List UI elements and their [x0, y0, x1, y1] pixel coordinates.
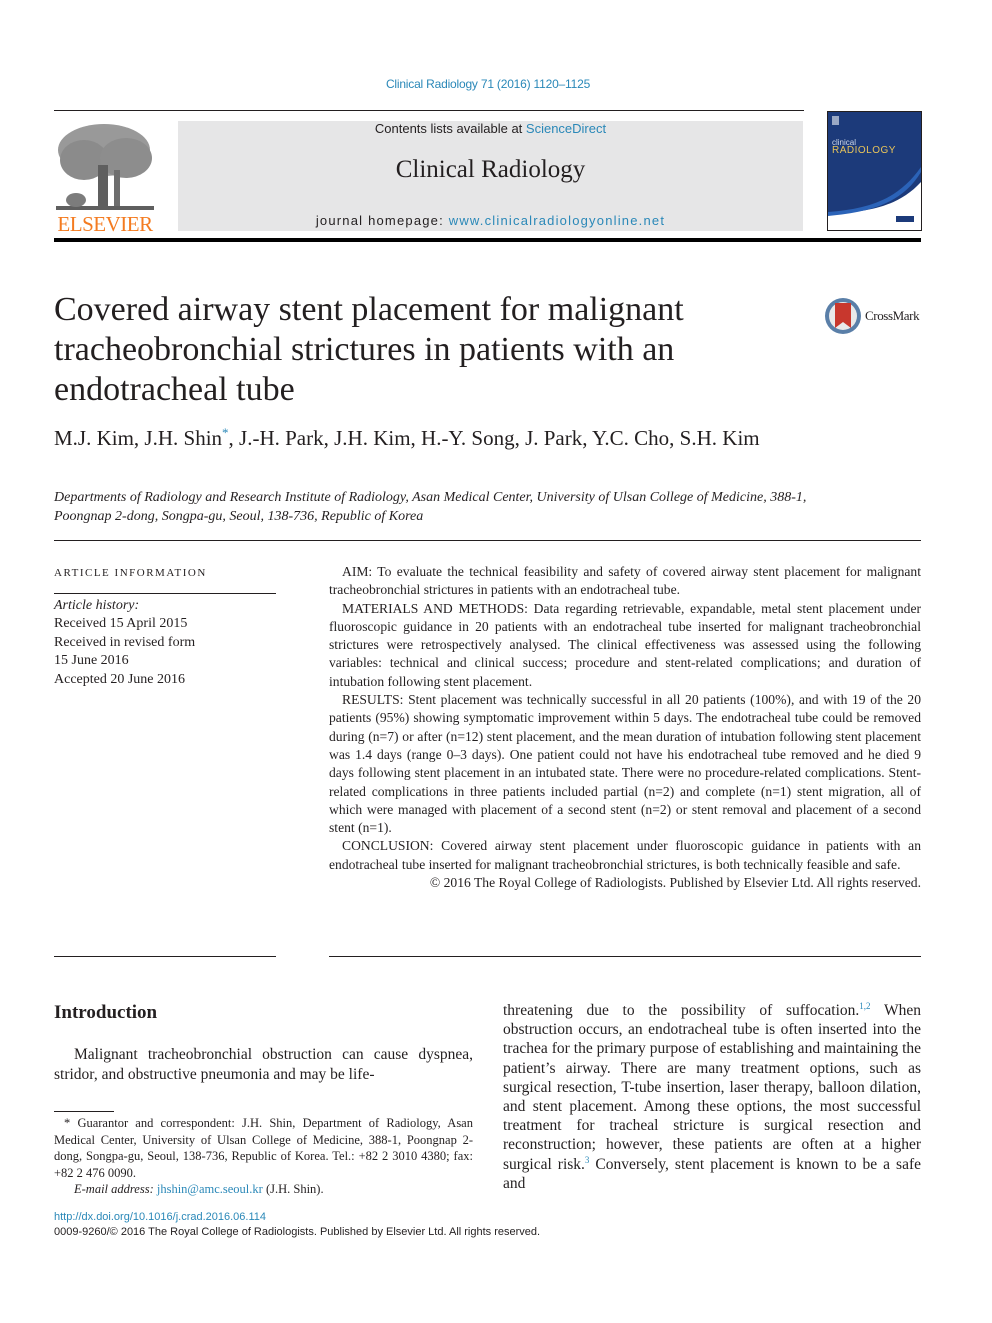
article-history: Article history: Received 15 April 2015 …: [54, 597, 284, 689]
journal-citation-link[interactable]: Clinical Radiology 71 (2016) 1120–1125: [0, 77, 976, 91]
crossmark-icon: [825, 298, 861, 334]
abstract-aim: AIM: To evaluate the technical feasibili…: [329, 564, 921, 598]
footnote: * Guarantor and correspondent: J.H. Shin…: [54, 1116, 473, 1196]
history-item: 15 June 2016: [54, 653, 129, 669]
footnote-rule: [54, 1111, 114, 1112]
article-info-end-rule: [54, 956, 276, 957]
crossmark-button[interactable]: CrossMark: [824, 297, 920, 335]
abstract-conclusion: CONCLUSION: Covered airway stent placeme…: [329, 838, 921, 872]
abstract-end-rule: [329, 956, 921, 957]
crossmark-label: CrossMark: [865, 308, 920, 323]
email-label: E-mail address:: [74, 1182, 157, 1196]
history-item: Received in revised form: [54, 634, 196, 650]
author-list: M.J. Kim, J.H. Shin*, J.-H. Park, J.H. K…: [54, 425, 760, 450]
introduction-text-left: Malignant tracheobronchial obstruction c…: [54, 1046, 473, 1083]
header-rule: [54, 110, 804, 111]
journal-homepage-link[interactable]: www.clinicalradiologyonline.net: [449, 213, 665, 228]
abstract: AIM: To evaluate the technical feasibili…: [329, 563, 921, 892]
homepage-line: journal homepage: www.clinicalradiologyo…: [315, 213, 666, 228]
cover-title: RADIOLOGY: [832, 145, 896, 156]
cover-art-icon: [828, 112, 921, 222]
article-title: Covered airway stent placement for malig…: [54, 291, 684, 408]
journal-name: Clinical Radiology: [395, 156, 586, 183]
article-info-heading: ARTICLE INFORMATION: [54, 567, 207, 579]
masthead-rule: [54, 238, 921, 242]
contents-line: Contents lists available at ScienceDirec…: [374, 121, 607, 136]
history-item: Accepted 20 June 2016: [54, 671, 186, 687]
abstract-results: RESULTS: Stent placement was technically…: [329, 692, 921, 836]
section-rule: [54, 540, 921, 541]
abstract-copyright: © 2016 The Royal College of Radiologists…: [429, 875, 921, 891]
introduction-heading: Introduction: [54, 1002, 158, 1023]
abstract-methods: MATERIALS AND METHODS: Data regarding re…: [329, 600, 921, 689]
history-item: Received 15 April 2015: [54, 616, 188, 632]
introduction-text-right: threatening due to the possibility of su…: [503, 1000, 922, 1192]
sciencedirect-link[interactable]: ScienceDirect: [526, 121, 606, 136]
affiliation: Departments of Radiology and Research In…: [54, 490, 807, 524]
email-link[interactable]: jhshin@amc.seoul.kr: [157, 1182, 263, 1196]
article-info-rule: [54, 593, 276, 594]
elsevier-wordmark: ELSEVIER: [57, 212, 153, 236]
history-label: Article history:: [54, 598, 140, 613]
doi-link[interactable]: http://dx.doi.org/10.1016/j.crad.2016.06…: [54, 1211, 266, 1223]
journal-cover-thumbnail[interactable]: clinical RADIOLOGY: [827, 111, 922, 231]
reference-link[interactable]: 1,2: [859, 1001, 870, 1011]
journal-masthead: Contents lists available at ScienceDirec…: [178, 121, 803, 231]
elsevier-logo[interactable]: ELSEVIER: [54, 120, 156, 236]
footnote-text: Guarantor and correspondent: J.H. Shin, …: [54, 1116, 473, 1180]
issn-copyright: 0009-9260/© 2016 The Royal College of Ra…: [54, 1226, 541, 1238]
